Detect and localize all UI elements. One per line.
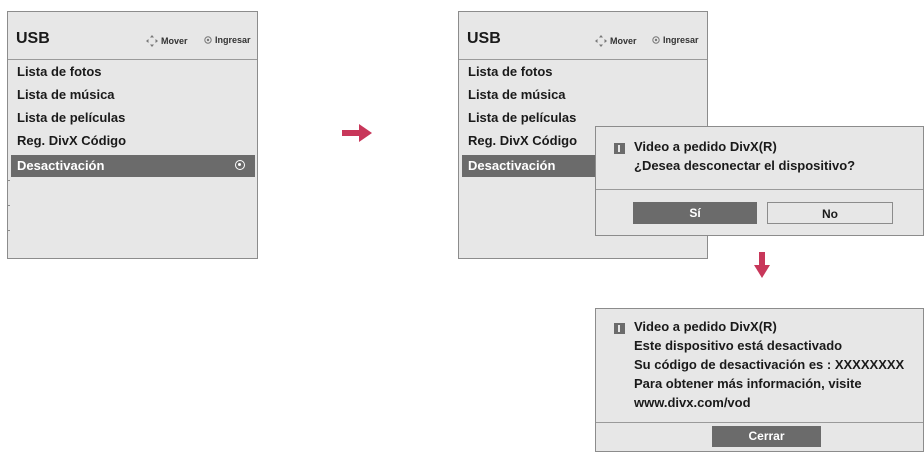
four-way-arrows-icon (595, 35, 607, 47)
menu-item-photos[interactable]: Lista de fotos (11, 61, 255, 83)
dialog-line: Para obtener más información, visite (634, 376, 862, 391)
menu-item-music[interactable]: Lista de música (462, 84, 706, 106)
dialog-title: Video a pedido DivX(R) (634, 139, 777, 154)
divider (7, 230, 10, 231)
enter-hint: Ingresar (204, 35, 251, 45)
no-button[interactable]: No (767, 202, 893, 224)
panel-header: USB Mover Ingresar (8, 12, 257, 60)
dialog-line: Este dispositivo está desactivado (634, 338, 843, 353)
ok-circle-icon (204, 36, 212, 44)
menu-item-label: Desactivación (468, 158, 556, 173)
dialog-line: www.divx.com/vod (634, 395, 751, 410)
divider (7, 205, 10, 206)
panel-title: USB (16, 30, 50, 47)
panel-title: USB (467, 30, 501, 47)
close-button[interactable]: Cerrar (712, 426, 821, 447)
enter-hint-label: Ingresar (663, 35, 699, 45)
divider (596, 189, 923, 190)
divider (596, 422, 923, 423)
menu-item-music[interactable]: Lista de música (11, 84, 255, 106)
menu-item-photos[interactable]: Lista de fotos (462, 61, 706, 83)
dialog-question: ¿Desea desconectar el dispositivo? (634, 158, 856, 173)
deactivation-result-dialog: Video a pedido DivX(R) Este dispositivo … (595, 308, 924, 452)
move-hint-label: Mover (161, 36, 188, 46)
menu-item-movies[interactable]: Lista de películas (11, 107, 255, 129)
panel-header: USB Mover Ingresar (459, 12, 707, 60)
four-way-arrows-icon (146, 35, 158, 47)
info-marker-icon (614, 143, 625, 154)
info-marker-icon (614, 323, 625, 334)
move-hint: Mover (146, 35, 188, 47)
divider (7, 180, 10, 181)
menu-item-deactivation[interactable]: Desactivación (11, 155, 255, 177)
confirm-dialog: Video a pedido DivX(R) ¿Desea desconecta… (595, 126, 924, 236)
yes-button[interactable]: Sí (633, 202, 757, 224)
menu-item-divx-code[interactable]: Reg. DivX Código (11, 130, 255, 152)
move-hint: Mover (595, 35, 637, 47)
arrow-right-icon (342, 124, 372, 147)
ok-circle-icon (652, 36, 660, 44)
dialog-title: Video a pedido DivX(R) (634, 319, 777, 334)
move-hint-label: Mover (610, 36, 637, 46)
menu-item-label: Desactivación (17, 158, 105, 173)
radio-selected-icon (235, 160, 245, 170)
enter-hint-label: Ingresar (215, 35, 251, 45)
dialog-line: Su código de desactivación es : XXXXXXXX (634, 357, 905, 372)
enter-hint: Ingresar (652, 35, 699, 45)
usb-menu-panel-1: USB Mover Ingresar Lista de fotos Lista … (7, 11, 258, 259)
arrow-down-icon (754, 252, 770, 283)
